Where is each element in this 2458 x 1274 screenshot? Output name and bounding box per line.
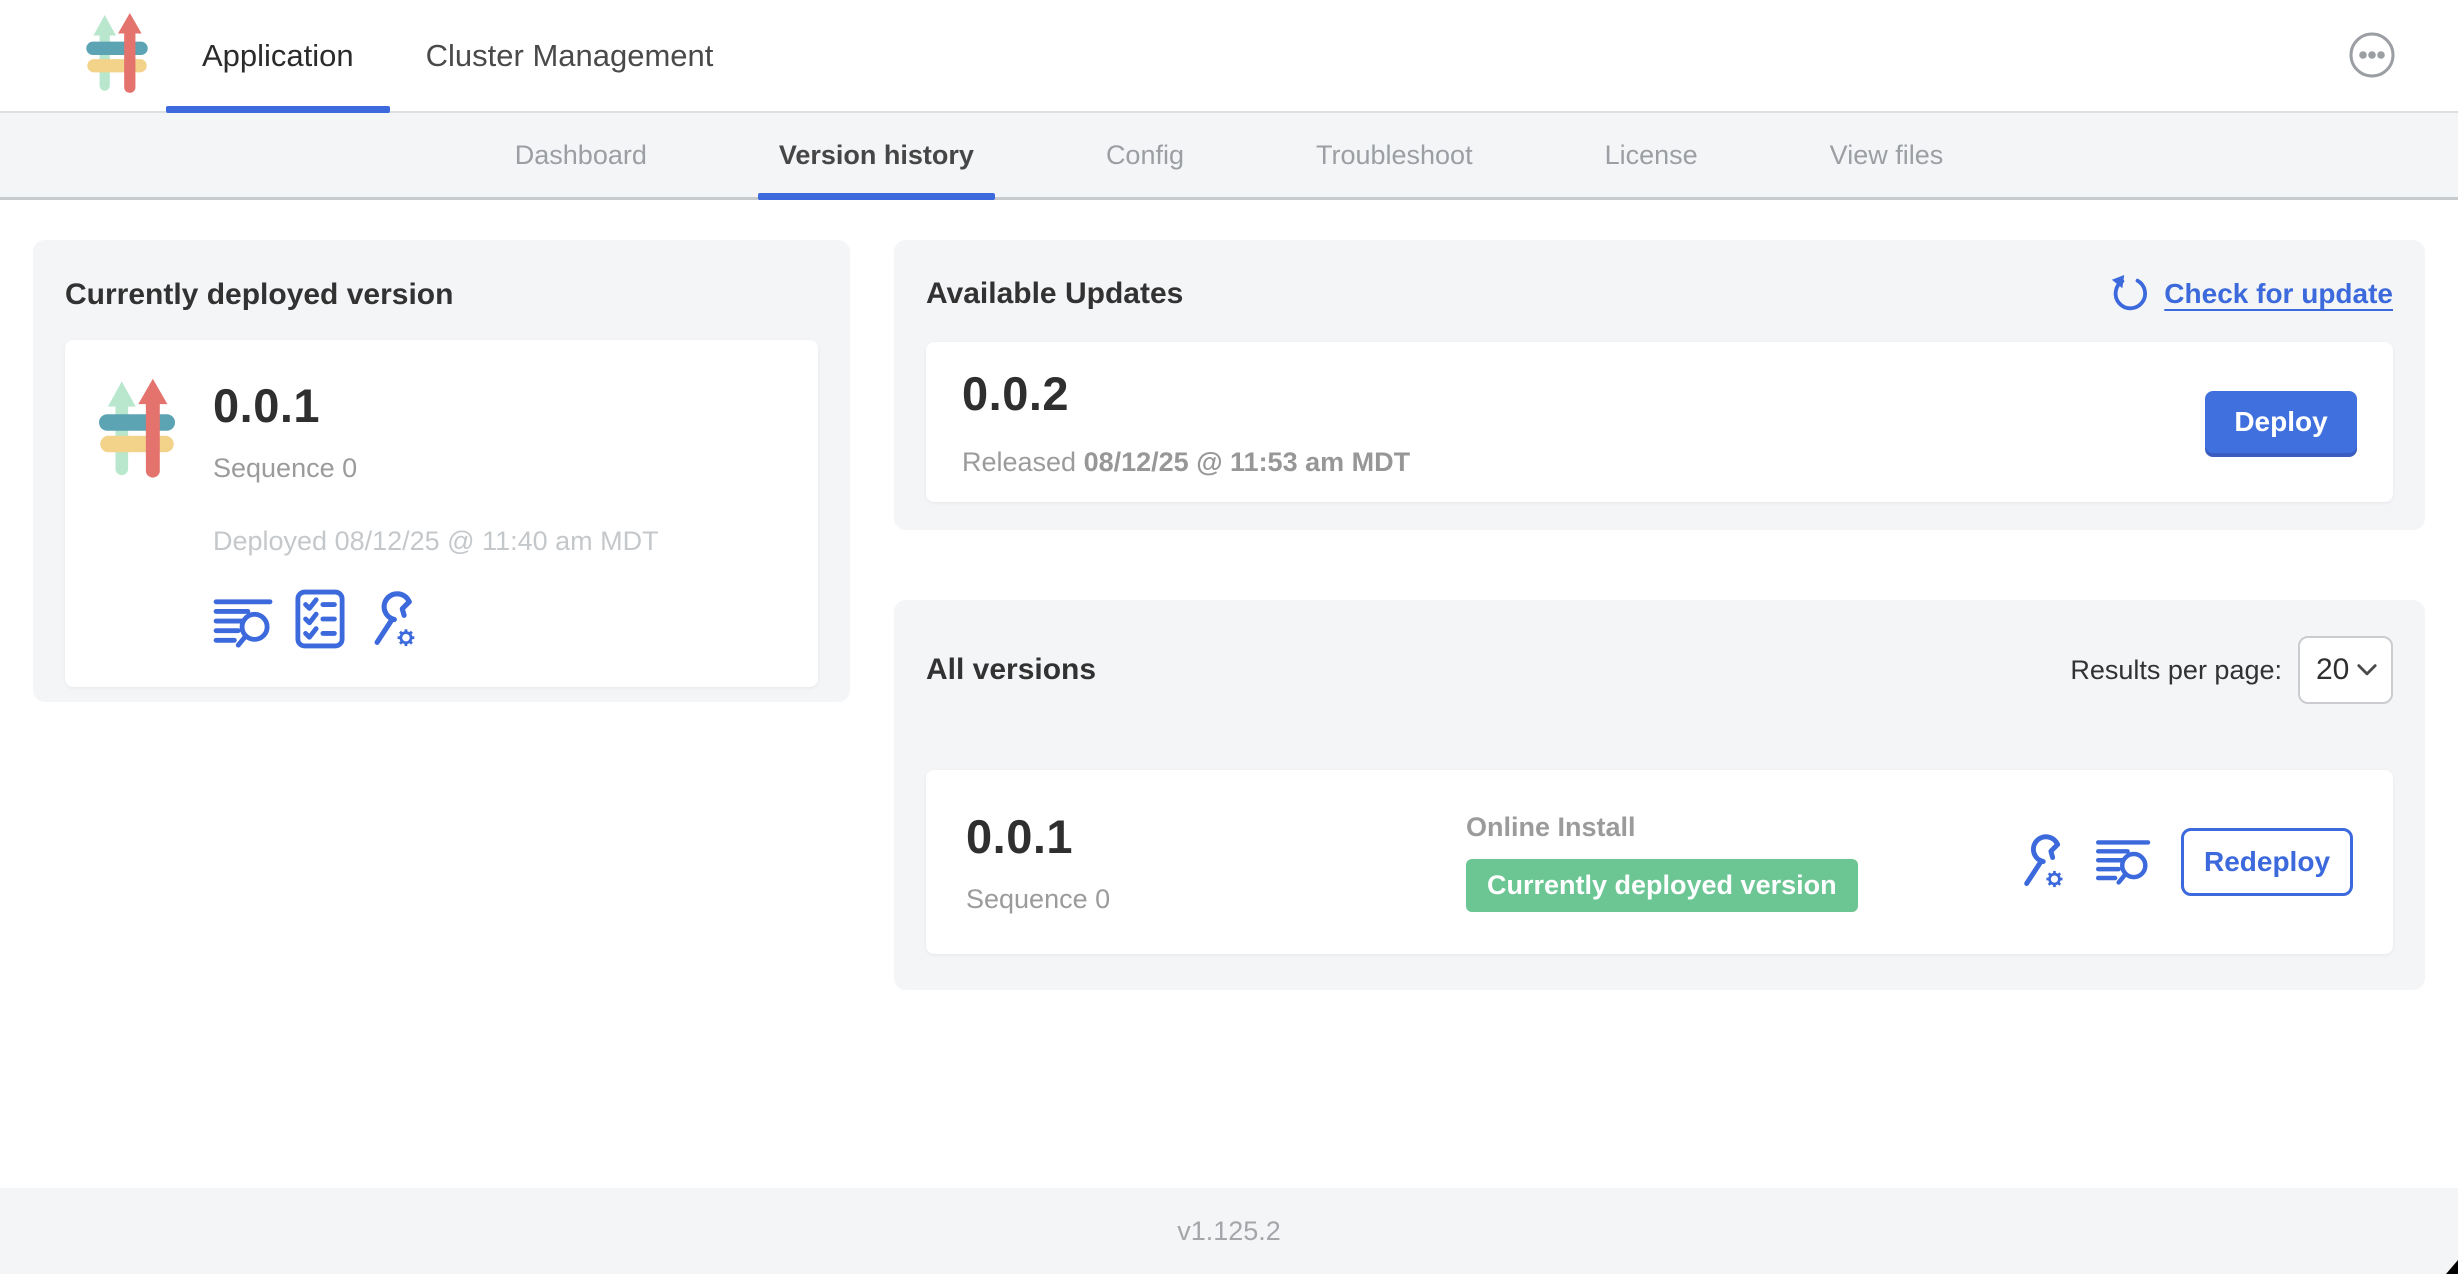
subnav-item-dashboard[interactable]: Dashboard	[494, 113, 668, 197]
all-versions-panel: All versions Results per page: 20 0.0.1 …	[894, 600, 2425, 990]
deployed-version-number: 0.0.1	[213, 378, 659, 433]
ellipsis-circle-icon	[2348, 31, 2396, 79]
all-versions-title: All versions	[926, 653, 1096, 687]
release-notes-icon[interactable]	[2095, 838, 2153, 886]
check-for-update-link[interactable]: Check for update	[2109, 274, 2393, 314]
main-content: Currently deployed version 0.0.1 Sequenc…	[0, 200, 2458, 1188]
subnav-item-view-files[interactable]: View files	[1809, 113, 1965, 197]
results-per-page: Results per page: 20	[2070, 636, 2393, 704]
redeploy-button[interactable]: Redeploy	[2181, 828, 2353, 896]
subnav-item-version-history[interactable]: Version history	[758, 113, 995, 197]
console-version: v1.125.2	[1177, 1216, 1281, 1247]
version-row-status: Online Install Currently deployed versio…	[1466, 812, 2015, 912]
install-type-label: Online Install	[1466, 812, 2015, 843]
update-released-line: Released 08/12/25 @ 11:53 am MDT	[962, 447, 1410, 478]
config-wrench-icon[interactable]	[2015, 834, 2067, 890]
app-logo	[86, 0, 148, 111]
footer: v1.125.2	[0, 1188, 2458, 1274]
preflight-checklist-icon[interactable]	[295, 589, 345, 649]
results-per-page-label: Results per page:	[2070, 655, 2282, 686]
update-info: 0.0.2 Released 08/12/25 @ 11:53 am MDT	[962, 366, 1410, 478]
deployed-app-logo	[99, 378, 175, 649]
deployed-version-card: 0.0.1 Sequence 0 Deployed 08/12/25 @ 11:…	[65, 340, 818, 687]
currently-deployed-title: Currently deployed version	[65, 278, 818, 312]
currently-deployed-panel: Currently deployed version 0.0.1 Sequenc…	[33, 240, 850, 702]
version-row-actions: Redeploy	[2015, 828, 2353, 896]
subnav-item-license[interactable]: License	[1584, 113, 1719, 197]
deployed-info: 0.0.1 Sequence 0 Deployed 08/12/25 @ 11:…	[213, 378, 659, 649]
all-versions-header: All versions Results per page: 20	[926, 636, 2393, 704]
subnav-item-troubleshoot[interactable]: Troubleshoot	[1295, 113, 1494, 197]
results-per-page-select[interactable]: 20	[2298, 636, 2393, 704]
app-logo-icon	[99, 378, 175, 486]
tab-application[interactable]: Application	[166, 0, 390, 111]
available-updates-title: Available Updates	[926, 277, 1183, 311]
top-nav-tabs: Application Cluster Management	[166, 0, 749, 111]
row-version-number: 0.0.1	[966, 809, 1466, 864]
deployed-sequence: Sequence 0	[213, 453, 659, 484]
app-logo-icon	[86, 13, 148, 99]
version-row-info: 0.0.1 Sequence 0	[966, 809, 1466, 915]
chevron-down-icon	[2357, 664, 2377, 676]
refresh-icon	[2109, 274, 2149, 314]
right-column: Available Updates Check for update 0.0.2…	[894, 240, 2425, 1188]
check-for-update-label: Check for update	[2164, 278, 2393, 310]
released-prefix: Released	[962, 447, 1084, 477]
release-notes-icon[interactable]	[213, 597, 275, 649]
available-updates-panel: Available Updates Check for update 0.0.2…	[894, 240, 2425, 530]
tab-cluster-management[interactable]: Cluster Management	[390, 0, 750, 111]
currently-deployed-badge: Currently deployed version	[1466, 859, 1858, 912]
app-sub-nav: Dashboard Version history Config Trouble…	[0, 113, 2458, 200]
subnav-item-config[interactable]: Config	[1085, 113, 1205, 197]
deployed-actions	[213, 589, 659, 649]
released-date: 08/12/25 @ 11:53 am MDT	[1084, 447, 1411, 477]
config-wrench-icon[interactable]	[365, 591, 419, 649]
deployed-timestamp: Deployed 08/12/25 @ 11:40 am MDT	[213, 526, 659, 557]
deploy-button[interactable]: Deploy	[2205, 391, 2357, 453]
top-nav-bar: Application Cluster Management	[0, 0, 2458, 113]
available-updates-header: Available Updates Check for update	[926, 274, 2393, 314]
row-sequence: Sequence 0	[966, 884, 1466, 915]
overflow-menu-button[interactable]	[2348, 31, 2396, 79]
update-version-number: 0.0.2	[962, 366, 1410, 421]
update-row: 0.0.2 Released 08/12/25 @ 11:53 am MDT D…	[926, 342, 2393, 502]
results-per-page-value: 20	[2316, 653, 2349, 687]
version-row: 0.0.1 Sequence 0 Online Install Currentl…	[926, 770, 2393, 954]
